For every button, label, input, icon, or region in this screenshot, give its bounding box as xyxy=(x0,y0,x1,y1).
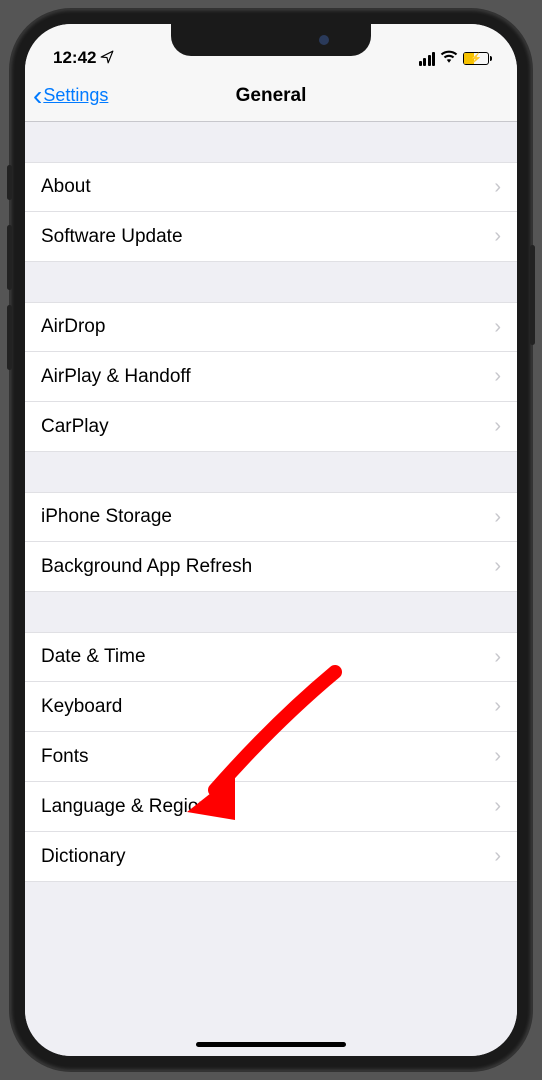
group-airdrop: AirDrop › AirPlay & Handoff › CarPlay › xyxy=(25,302,517,452)
group-about: About › Software Update › xyxy=(25,162,517,262)
row-label: AirPlay & Handoff xyxy=(41,366,191,388)
chevron-right-icon: › xyxy=(494,845,501,868)
group-storage: iPhone Storage › Background App Refresh … xyxy=(25,492,517,592)
row-keyboard[interactable]: Keyboard › xyxy=(25,682,517,732)
wifi-icon xyxy=(440,49,458,68)
row-dictionary[interactable]: Dictionary › xyxy=(25,832,517,882)
row-airplay-handoff[interactable]: AirPlay & Handoff › xyxy=(25,352,517,402)
battery-icon: ⚡ xyxy=(463,52,489,65)
row-label: Fonts xyxy=(41,746,89,768)
page-title: General xyxy=(236,85,307,107)
row-background-app-refresh[interactable]: Background App Refresh › xyxy=(25,542,517,592)
row-label: Keyboard xyxy=(41,696,122,718)
row-software-update[interactable]: Software Update › xyxy=(25,212,517,262)
row-label: AirDrop xyxy=(41,316,105,338)
phone-frame: 12:42 ⚡ ‹ Sett xyxy=(11,10,531,1070)
volume-up-button xyxy=(7,225,12,290)
row-label: Background App Refresh xyxy=(41,556,252,578)
mute-switch xyxy=(7,165,12,200)
notch xyxy=(171,24,371,56)
row-date-time[interactable]: Date & Time › xyxy=(25,632,517,682)
chevron-right-icon: › xyxy=(494,795,501,818)
nav-bar: ‹ Settings General xyxy=(25,70,517,122)
row-label: Software Update xyxy=(41,226,183,248)
location-arrow-icon xyxy=(100,50,114,67)
chevron-right-icon: › xyxy=(494,745,501,768)
chevron-right-icon: › xyxy=(494,365,501,388)
cellular-signal-icon xyxy=(419,52,436,66)
home-indicator[interactable] xyxy=(196,1042,346,1047)
chevron-right-icon: › xyxy=(494,506,501,529)
status-left: 12:42 xyxy=(53,48,114,68)
status-time: 12:42 xyxy=(53,48,96,68)
row-label: iPhone Storage xyxy=(41,506,172,528)
row-label: CarPlay xyxy=(41,416,109,438)
row-carplay[interactable]: CarPlay › xyxy=(25,402,517,452)
group-date-time: Date & Time › Keyboard › Fonts › Languag… xyxy=(25,632,517,882)
row-iphone-storage[interactable]: iPhone Storage › xyxy=(25,492,517,542)
row-label: Language & Region xyxy=(41,796,209,818)
chevron-right-icon: › xyxy=(494,695,501,718)
row-label: About xyxy=(41,176,91,198)
chevron-right-icon: › xyxy=(494,316,501,339)
power-button xyxy=(530,245,535,345)
row-fonts[interactable]: Fonts › xyxy=(25,732,517,782)
row-label: Date & Time xyxy=(41,646,146,668)
chevron-right-icon: › xyxy=(494,646,501,669)
status-right: ⚡ xyxy=(419,49,490,68)
chevron-left-icon: ‹ xyxy=(33,82,42,110)
phone-screen: 12:42 ⚡ ‹ Sett xyxy=(25,24,517,1056)
row-language-region[interactable]: Language & Region › xyxy=(25,782,517,832)
settings-content[interactable]: About › Software Update › AirDrop › AirP… xyxy=(25,122,517,1056)
row-about[interactable]: About › xyxy=(25,162,517,212)
back-button[interactable]: ‹ Settings xyxy=(33,82,108,110)
volume-down-button xyxy=(7,305,12,370)
chevron-right-icon: › xyxy=(494,176,501,199)
chevron-right-icon: › xyxy=(494,415,501,438)
row-label: Dictionary xyxy=(41,846,125,868)
chevron-right-icon: › xyxy=(494,225,501,248)
back-label: Settings xyxy=(43,85,108,106)
chevron-right-icon: › xyxy=(494,555,501,578)
row-airdrop[interactable]: AirDrop › xyxy=(25,302,517,352)
